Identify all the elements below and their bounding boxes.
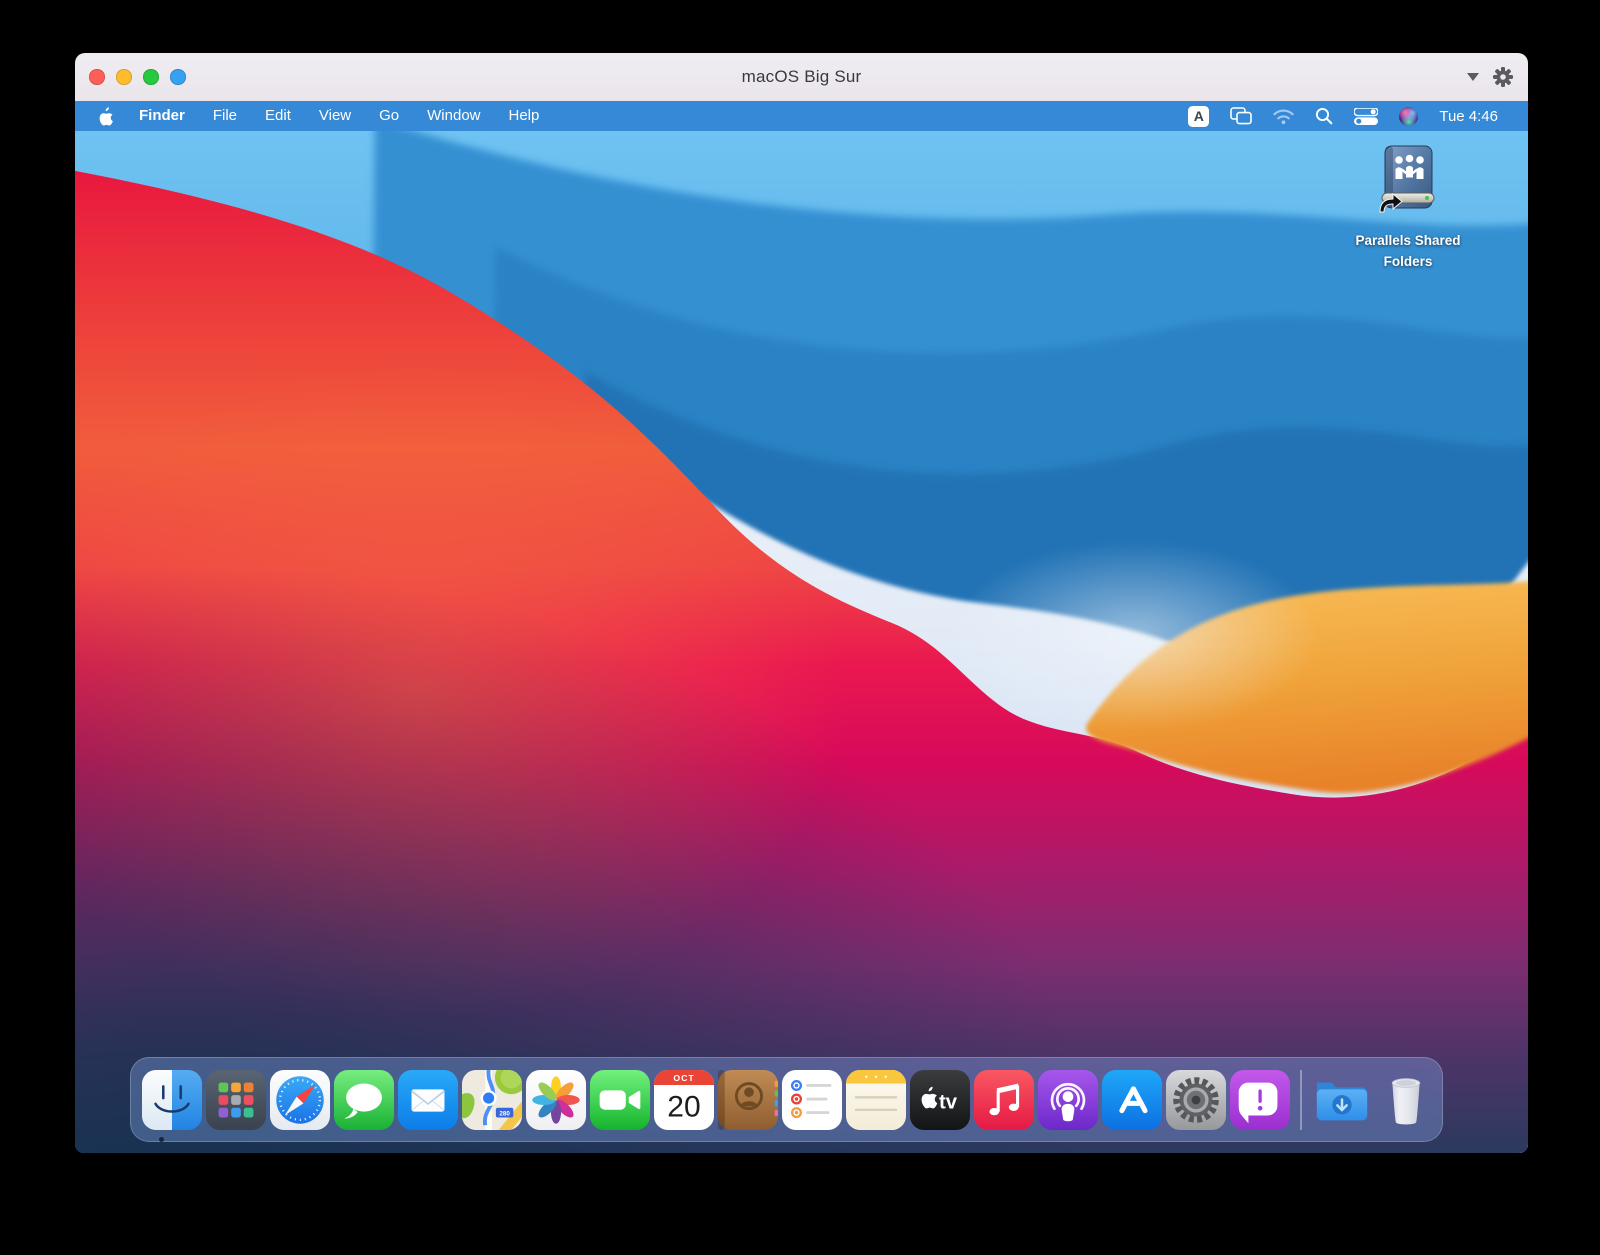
svg-text:280: 280	[499, 1110, 510, 1117]
control-center-icon[interactable]	[1354, 108, 1378, 125]
coherence-windows-icon[interactable]	[1230, 107, 1252, 125]
menu-item-view[interactable]: View	[305, 101, 365, 131]
menu-item-finder[interactable]: Finder	[125, 101, 199, 131]
input-source-icon[interactable]: A	[1188, 106, 1209, 127]
wallpaper-big-sur	[75, 131, 1528, 1153]
menu-clock[interactable]: Tue 4:46	[1439, 108, 1498, 125]
dock-notes-icon[interactable]	[844, 1068, 908, 1132]
menu-bar: Finder File Edit View Go Window Help A	[75, 101, 1528, 131]
dock-system-preferences-icon[interactable]	[1164, 1068, 1228, 1132]
apple-menu[interactable]	[97, 107, 125, 126]
dock-tv-icon[interactable]: tv	[908, 1068, 972, 1132]
dock: 280	[130, 1057, 1443, 1142]
siri-icon[interactable]	[1399, 107, 1418, 126]
minimize-button[interactable]	[116, 69, 132, 85]
svg-text:20: 20	[667, 1090, 700, 1123]
window-title: macOS Big Sur	[75, 67, 1528, 87]
dock-mail-icon[interactable]	[396, 1068, 460, 1132]
fullscreen-button[interactable]	[170, 69, 186, 85]
desktop-icon-label: Parallels Shared Folders	[1355, 231, 1460, 273]
dock-downloads-folder-icon[interactable]	[1310, 1068, 1374, 1132]
dock-music-icon[interactable]	[972, 1068, 1036, 1132]
dock-facetime-icon[interactable]	[588, 1068, 652, 1132]
window-titlebar[interactable]: macOS Big Sur	[75, 53, 1528, 101]
close-button[interactable]	[89, 69, 105, 85]
menu-item-file[interactable]: File	[199, 101, 251, 131]
traffic-lights	[89, 53, 186, 101]
desktop-icon-parallels-shared-folders[interactable]: Parallels Shared Folders	[1333, 143, 1483, 273]
svg-text:OCT: OCT	[673, 1073, 694, 1083]
menu-item-go[interactable]: Go	[365, 101, 413, 131]
window-menu-dropdown-icon[interactable]	[1467, 73, 1479, 81]
menu-item-edit[interactable]: Edit	[251, 101, 305, 131]
spotlight-search-icon[interactable]	[1315, 107, 1333, 125]
dock-appstore-icon[interactable]	[1100, 1068, 1164, 1132]
dock-feedback-assistant-icon[interactable]	[1228, 1068, 1292, 1132]
dock-contacts-icon[interactable]	[716, 1068, 780, 1132]
screen-background: macOS Big Sur	[0, 0, 1600, 1255]
dock-safari-icon[interactable]	[268, 1068, 332, 1132]
dock-calendar-icon[interactable]: OCT 20	[652, 1068, 716, 1132]
dock-trash-icon[interactable]	[1374, 1068, 1438, 1132]
wifi-icon[interactable]	[1273, 108, 1294, 125]
menu-item-window[interactable]: Window	[413, 101, 494, 131]
dock-messages-icon[interactable]	[332, 1068, 396, 1132]
apple-icon	[97, 107, 113, 126]
finder-running-indicator	[159, 1137, 164, 1142]
shared-drive-icon	[1368, 143, 1448, 225]
dock-reminders-icon[interactable]	[780, 1068, 844, 1132]
dock-launchpad-icon[interactable]	[204, 1068, 268, 1132]
menu-item-help[interactable]: Help	[495, 101, 554, 131]
dock-photos-icon[interactable]	[524, 1068, 588, 1132]
settings-gear-icon[interactable]	[1493, 67, 1513, 87]
desktop[interactable]: Parallels Shared Folders	[75, 131, 1528, 1153]
zoom-button[interactable]	[143, 69, 159, 85]
dock-maps-icon[interactable]: 280	[460, 1068, 524, 1132]
dock-podcasts-icon[interactable]	[1036, 1068, 1100, 1132]
dock-separator	[1300, 1070, 1302, 1130]
dock-finder-icon[interactable]	[140, 1068, 204, 1132]
vm-window: macOS Big Sur	[75, 53, 1528, 1153]
svg-text:tv: tv	[939, 1091, 958, 1113]
